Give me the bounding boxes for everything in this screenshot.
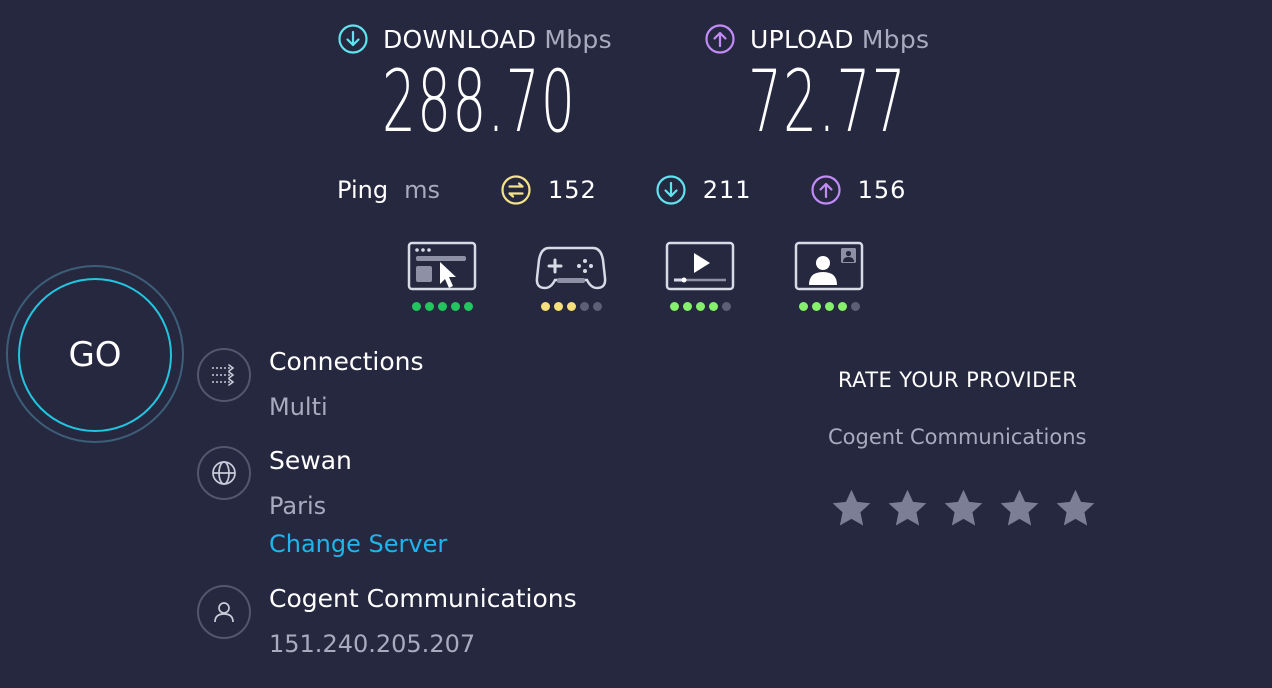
quality-dots: [669, 302, 731, 311]
upload-arrow-icon: [705, 24, 735, 54]
rating-dot-filled: [566, 302, 576, 311]
rating-dot-empty: [579, 302, 589, 311]
download-arrow-icon: [338, 24, 368, 54]
ping-idle: 152: [500, 174, 597, 206]
download-speed-value: 288.70: [382, 52, 577, 152]
upload-header: UPLOAD Mbps: [704, 22, 929, 56]
globe-icon: [197, 446, 251, 500]
rating-dot-empty: [850, 302, 860, 311]
upload-latency-icon: [810, 175, 841, 205]
connections-title: Connections: [269, 347, 424, 376]
server-name: Sewan: [269, 446, 352, 475]
provider-ip: 151.240.205.207: [269, 630, 476, 658]
upload-unit: Mbps: [861, 24, 930, 54]
download-header: DOWNLOAD Mbps: [337, 22, 612, 56]
ping-label: Ping: [337, 176, 389, 204]
user-icon: [197, 585, 251, 639]
rating-dot-filled: [669, 302, 679, 311]
star-icon[interactable]: [998, 487, 1041, 530]
idle-latency-icon: [501, 175, 531, 205]
star-icon[interactable]: [830, 487, 873, 530]
quality-video-chat[interactable]: [793, 240, 865, 311]
speedtest-results: DOWNLOAD Mbps 288.70 UPLOAD Mbps 72.77 P…: [0, 0, 1272, 688]
connections-icon: [197, 348, 251, 402]
upload-label: UPLOAD: [750, 24, 854, 54]
server-location: Paris: [269, 492, 327, 520]
rating-dot-filled: [682, 302, 692, 311]
star-icon[interactable]: [942, 487, 985, 530]
rate-provider-title: RATE YOUR PROVIDER: [838, 368, 1078, 392]
rating-dot-filled: [463, 302, 473, 311]
rating-dot-filled: [837, 302, 847, 311]
download-label: DOWNLOAD: [383, 24, 537, 54]
browser-cursor-icon: [407, 241, 477, 291]
rating-dot-filled: [424, 302, 434, 311]
video-play-icon: [665, 241, 735, 291]
rating-dot-filled: [708, 302, 718, 311]
ping-upload: 156: [810, 174, 907, 206]
ping-unit: ms: [404, 176, 440, 204]
rating-dot-filled: [695, 302, 705, 311]
provider-name: Cogent Communications: [269, 584, 577, 613]
rating-dot-filled: [553, 302, 563, 311]
rating-dot-filled: [450, 302, 460, 311]
rating-dot-filled: [811, 302, 821, 311]
change-server-link[interactable]: Change Server: [269, 530, 447, 558]
rating-dot-filled: [824, 302, 834, 311]
quality-dots: [798, 302, 860, 311]
gamepad-icon: [535, 246, 607, 290]
rate-provider-isp: Cogent Communications: [828, 425, 1087, 449]
rating-dot-filled: [411, 302, 421, 311]
download-unit: Mbps: [544, 24, 612, 54]
go-button[interactable]: GO: [18, 278, 172, 432]
rating-dot-empty: [721, 302, 731, 311]
star-icon[interactable]: [1054, 487, 1097, 530]
rating-stars: [830, 487, 1097, 530]
rating-dot-empty: [592, 302, 602, 311]
download-latency-icon: [656, 175, 686, 205]
connections-value[interactable]: Multi: [269, 393, 328, 421]
quality-dots: [411, 302, 473, 311]
quality-dots: [540, 302, 602, 311]
rating-dot-filled: [540, 302, 550, 311]
ping-upload-value: 156: [857, 176, 907, 204]
quality-gaming[interactable]: [535, 240, 607, 311]
rating-dot-filled: [798, 302, 808, 311]
rating-dot-filled: [437, 302, 447, 311]
video-call-icon: [794, 241, 864, 291]
quality-web-browsing[interactable]: [406, 240, 478, 311]
star-icon[interactable]: [886, 487, 929, 530]
ping-idle-value: 152: [547, 176, 597, 204]
ping-download: 211: [655, 174, 752, 206]
upload-speed-value: 72.77: [748, 52, 907, 152]
quality-streaming[interactable]: [664, 240, 736, 311]
ping-download-value: 211: [702, 176, 752, 204]
ping-row: Ping ms 152 211 156: [337, 174, 964, 206]
